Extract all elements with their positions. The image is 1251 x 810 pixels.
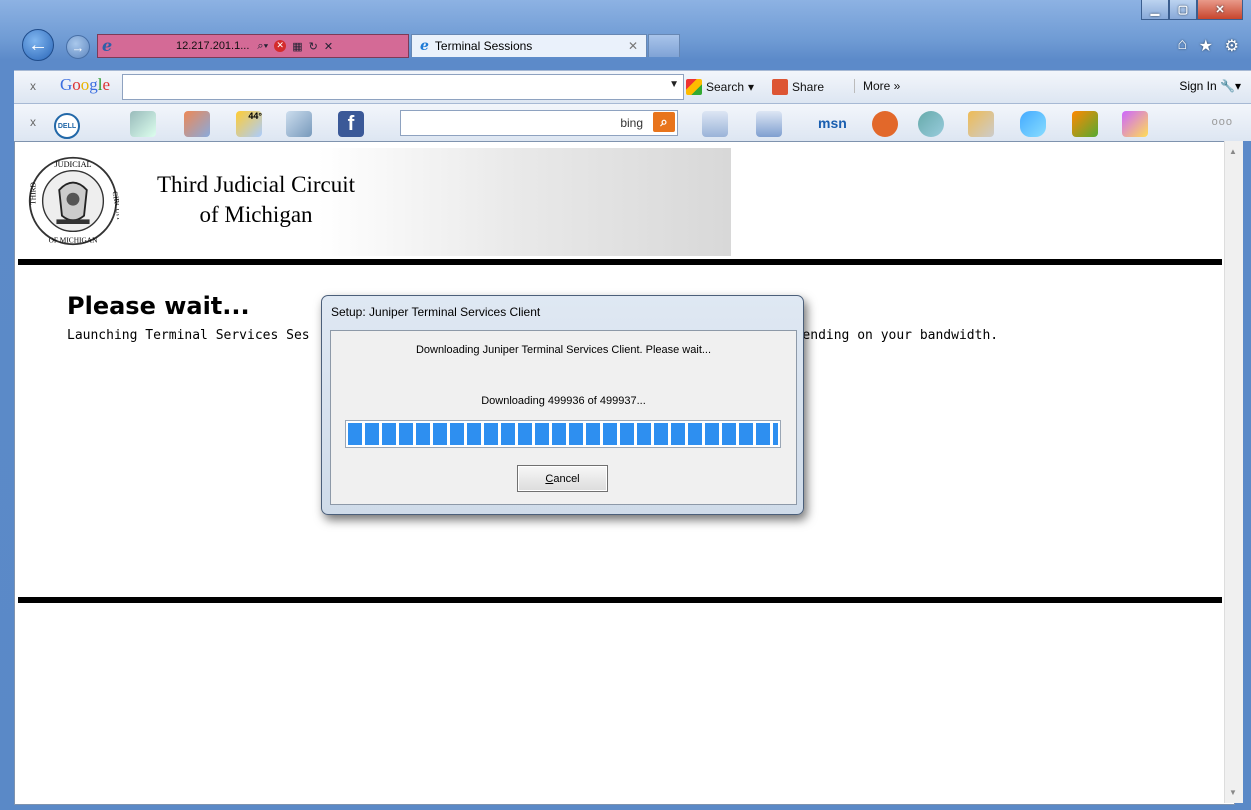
bing-toolbar: x DELL 44° f bing ⌕ msn ooo — [14, 103, 1251, 141]
search-label: Search — [706, 80, 745, 94]
vertical-scrollbar[interactable]: ▲ ▼ — [1224, 141, 1243, 803]
address-bar[interactable]: e 12.217.201.1... ⌕▾ ✕ ▦ ↻ ✕ — [97, 34, 409, 58]
close-icon[interactable]: ✕ — [324, 40, 333, 53]
scroll-up-icon[interactable]: ▲ — [1229, 147, 1237, 156]
chat-icon[interactable] — [756, 111, 782, 137]
setup-dialog: Setup: Juniper Terminal Services Client … — [321, 295, 804, 515]
news-icon[interactable] — [130, 111, 156, 137]
games-icon[interactable] — [968, 111, 994, 137]
ie-tab-icon: e — [420, 38, 429, 54]
chevron-down-icon[interactable]: ▼ — [669, 79, 679, 90]
more-button[interactable]: More » — [854, 79, 900, 93]
toolbar-close-icon[interactable]: x — [30, 115, 36, 129]
toolbar-close-icon[interactable]: x — [30, 79, 36, 93]
more-label: More » — [863, 79, 901, 93]
download-progress-text: Downloading 499936 of 499937... — [481, 395, 646, 407]
divider-bottom — [18, 597, 1222, 603]
cancel-label: Cancel — [545, 472, 580, 485]
facebook-icon[interactable]: f — [338, 111, 364, 137]
share-button[interactable]: Share — [772, 79, 824, 95]
msn-link[interactable]: msn — [818, 115, 847, 131]
address-text: 12.217.201.1... — [176, 40, 250, 52]
scroll-down-icon[interactable]: ▼ — [1229, 788, 1237, 797]
tools-gear-icon[interactable]: ⚙ — [1225, 36, 1239, 56]
navigation-bar: ← → e 12.217.201.1... ⌕▾ ✕ ▦ ↻ ✕ e Termi… — [0, 26, 1251, 64]
cancel-button[interactable]: Cancel — [517, 465, 608, 492]
seal-top-text: JUDICIAL — [54, 160, 91, 169]
google-search-icon — [686, 79, 702, 95]
browser-window: ▁ ▢ ✕ ← → e 12.217.201.1... ⌕▾ ✕ ▦ ↻ ✕ e… — [0, 0, 1251, 810]
google-plus-icon — [772, 79, 788, 95]
court-name: Third Judicial Circuit of Michigan — [138, 170, 374, 230]
minimize-button[interactable]: ▁ — [1141, 0, 1169, 20]
stop-icon[interactable]: ✕ — [274, 39, 287, 52]
tab-title: Terminal Sessions — [434, 39, 533, 53]
dell-logo-icon[interactable]: DELL — [54, 113, 80, 139]
weather-temp: 44° — [248, 111, 262, 121]
home-icon[interactable]: ⌂ — [1177, 36, 1187, 54]
skype-icon[interactable] — [1020, 111, 1046, 137]
video-icon[interactable] — [918, 111, 944, 137]
status-message-start: Launching Terminal Services Ses — [67, 328, 310, 343]
divider-top — [18, 259, 1222, 265]
bing-search-input[interactable]: bing ⌕ — [400, 110, 678, 136]
sign-in-link[interactable]: Sign In 🔧▾ — [1179, 79, 1241, 93]
weather-icon[interactable]: 44° — [236, 111, 262, 137]
back-button[interactable]: ← — [22, 29, 54, 61]
dialog-message: Downloading Juniper Terminal Services Cl… — [415, 344, 712, 356]
sign-in-label: Sign In — [1179, 79, 1217, 93]
bing-label: bing — [620, 116, 643, 130]
google-logo: Google — [60, 75, 111, 94]
dialog-body: Downloading Juniper Terminal Services Cl… — [330, 330, 797, 505]
wrench-icon[interactable]: 🔧▾ — [1220, 79, 1241, 93]
google-search-button[interactable]: Search ▾ — [686, 79, 754, 95]
court-name-line1: Third Judicial Circuit — [156, 172, 355, 197]
download-progress-bar — [345, 420, 781, 448]
maximize-button[interactable]: ▢ — [1169, 0, 1197, 20]
maps-icon[interactable] — [184, 111, 210, 137]
page-title: Please wait... — [67, 292, 250, 320]
spotify-like-icon[interactable] — [872, 111, 898, 137]
window-controls: ▁ ▢ ✕ — [1141, 0, 1243, 20]
more-options-icon[interactable]: ooo — [1212, 116, 1233, 128]
close-window-button[interactable]: ✕ — [1197, 0, 1243, 20]
puzzle-icon[interactable] — [1122, 111, 1148, 137]
site-header: JUDICIAL THIRD CIRCUIT OF MICHIGAN Third… — [18, 148, 731, 256]
address-tools: ⌕▾ ✕ ▦ ↻ ✕ — [257, 39, 333, 53]
tab-terminal-sessions[interactable]: e Terminal Sessions ✕ — [411, 34, 647, 57]
seal-left-text: THIRD — [28, 182, 37, 205]
share-label: Share — [792, 80, 825, 94]
seal-bottom-text: OF MICHIGAN — [49, 235, 99, 244]
dialog-title: Setup: Juniper Terminal Services Client — [331, 305, 541, 319]
google-toolbar: x Google ▼ Search ▾ Share More » Sign In … — [14, 70, 1251, 103]
tools-icon[interactable] — [1072, 111, 1098, 137]
like-icon[interactable] — [702, 111, 728, 137]
court-name-line2: of Michigan — [199, 202, 313, 227]
ie-page-icon: e — [102, 36, 113, 55]
court-seal-logo: JUDICIAL THIRD CIRCUIT OF MICHIGAN — [28, 156, 119, 246]
mail-icon[interactable] — [286, 111, 312, 137]
google-search-input[interactable]: ▼ — [122, 74, 684, 100]
search-icon[interactable]: ⌕▾ — [257, 40, 268, 53]
bing-search-icon[interactable]: ⌕ — [653, 112, 675, 132]
progress-fill — [348, 423, 778, 445]
new-tab-button[interactable] — [648, 34, 680, 57]
tab-close-icon[interactable]: ✕ — [628, 39, 638, 53]
refresh-icon[interactable]: ↻ — [309, 40, 318, 53]
compatibility-icon[interactable]: ▦ — [292, 40, 302, 53]
forward-button[interactable]: → — [66, 35, 90, 59]
favorites-star-icon[interactable]: ★ — [1199, 36, 1213, 56]
